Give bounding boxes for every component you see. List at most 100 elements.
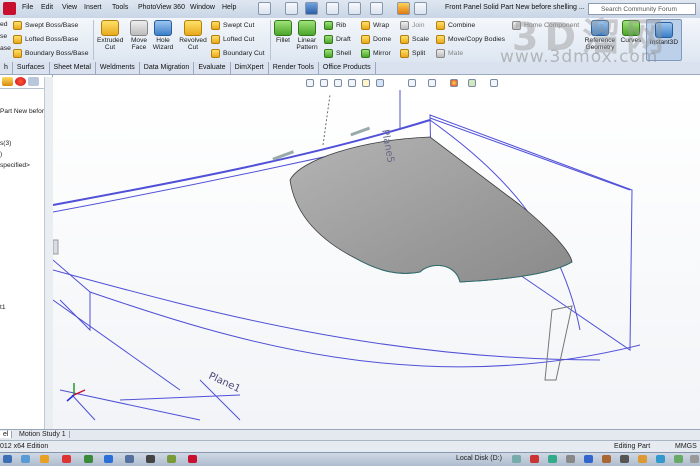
join-button[interactable]: Join [400, 21, 424, 30]
taskbar-app-icon[interactable] [104, 455, 113, 463]
tab-sheet-metal[interactable]: Sheet Metal [50, 62, 96, 74]
status-units[interactable]: MMGS [675, 443, 697, 450]
rib-button[interactable]: Rib [324, 21, 346, 30]
tray-icon[interactable] [638, 455, 647, 463]
tab-features-partial[interactable]: h [0, 62, 13, 74]
property-manager-tab-icon[interactable] [15, 77, 26, 86]
tree-item-surface-bodies[interactable]: ) [0, 151, 2, 158]
solidworks-logo-icon[interactable] [3, 2, 16, 15]
tray-icon[interactable] [602, 455, 611, 463]
dynamic-annotation-icon[interactable] [362, 79, 370, 87]
taskbar-app-icon[interactable] [125, 455, 134, 463]
menu-window[interactable]: Window [190, 4, 215, 11]
rib-label: Rib [336, 22, 347, 29]
tree-item-material[interactable]: specified> [0, 162, 30, 169]
view-settings-icon[interactable] [490, 79, 498, 87]
tray-icon[interactable] [548, 455, 557, 463]
swept-cut-button[interactable]: Swept Cut [211, 21, 254, 30]
scale-button[interactable]: Scale [400, 35, 429, 44]
save-icon[interactable] [305, 2, 318, 15]
shell-button[interactable]: Shell [324, 49, 351, 58]
lofted-cut-button[interactable]: Lofted Cut [211, 35, 254, 44]
taskbar-app-icon[interactable] [62, 455, 71, 463]
tree-scrollbar[interactable] [44, 77, 53, 429]
tree-item-part[interactable]: Part New befor [0, 108, 44, 115]
join-label: Join [412, 22, 425, 29]
revolved-cut-button[interactable]: Revolved Cut [178, 20, 208, 51]
menu-tools[interactable]: Tools [112, 4, 128, 11]
feature-manager-tab-icon[interactable] [2, 77, 13, 86]
taskbar-drive-label[interactable]: Local Disk (D:) [456, 455, 502, 462]
dome-button[interactable]: Dome [361, 35, 391, 44]
split-button[interactable]: Split [400, 49, 425, 58]
taskbar-app-icon[interactable] [84, 455, 93, 463]
start-icon[interactable] [3, 455, 12, 463]
tab-dimxpert[interactable]: DimXpert [231, 62, 269, 74]
tree-item-feature[interactable]: t1 [0, 304, 6, 311]
tab-model[interactable]: el [0, 431, 13, 438]
wrap-button[interactable]: Wrap [361, 21, 389, 30]
menu-help[interactable]: Help [222, 4, 236, 11]
tab-evaluate[interactable]: Evaluate [194, 62, 231, 74]
apply-scene-icon[interactable] [468, 79, 476, 87]
tray-icon[interactable] [656, 455, 665, 463]
menu-view[interactable]: View [62, 4, 77, 11]
file-properties-icon[interactable] [414, 2, 427, 15]
zoom-to-area-icon[interactable] [320, 79, 328, 87]
tray-icon[interactable] [584, 455, 593, 463]
tab-weldments[interactable]: Weldments [96, 62, 140, 74]
tray-icon[interactable] [530, 455, 539, 463]
hide-show-items-icon[interactable] [428, 79, 436, 87]
taskbar-app-icon[interactable] [146, 455, 155, 463]
graphics-viewport[interactable]: Plane5 Plane1 [53, 90, 700, 429]
config-manager-tab-icon[interactable] [28, 77, 39, 86]
boundary-boss-button[interactable]: Boundary Boss/Base [13, 49, 88, 58]
zoom-to-fit-icon[interactable] [306, 79, 314, 87]
print-icon[interactable] [326, 2, 339, 15]
taskbar-app-icon[interactable] [188, 455, 197, 463]
undo-icon[interactable] [348, 2, 361, 15]
swept-boss-button[interactable]: Swept Boss/Base [13, 21, 78, 30]
move-face-button[interactable]: Move Face [126, 20, 152, 51]
move-copy-bodies-button[interactable]: Move/Copy Bodies [436, 35, 505, 44]
menu-file[interactable]: File [22, 4, 33, 11]
open-icon[interactable] [285, 2, 298, 15]
combine-button[interactable]: Combine [436, 21, 475, 30]
rebuild-icon[interactable] [397, 2, 410, 15]
extruded-cut-button[interactable]: Extruded Cut [97, 20, 123, 51]
view-orientation-icon[interactable] [376, 79, 384, 87]
panel-collapse-handle[interactable] [53, 239, 59, 255]
tray-icon[interactable] [690, 455, 699, 463]
tray-icon[interactable] [512, 455, 521, 463]
tab-render-tools[interactable]: Render Tools [269, 62, 319, 74]
select-icon[interactable] [370, 2, 383, 15]
linear-pattern-button[interactable]: Linear Pattern [295, 20, 319, 51]
draft-button[interactable]: Draft [324, 35, 351, 44]
new-document-icon[interactable] [258, 2, 271, 15]
fillet-button[interactable]: Fillet [273, 20, 293, 44]
taskbar-app-icon[interactable] [21, 455, 30, 463]
menu-insert[interactable]: Insert [84, 4, 102, 11]
lofted-boss-button[interactable]: Lofted Boss/Base [13, 35, 78, 44]
tab-surfaces[interactable]: Surfaces [13, 62, 50, 74]
tab-office-products[interactable]: Office Products [319, 62, 376, 74]
tab-data-migration[interactable]: Data Migration [140, 62, 195, 74]
tray-icon[interactable] [674, 455, 683, 463]
menu-photoview[interactable]: PhotoView 360 [138, 4, 185, 11]
tree-item-solid-bodies[interactable]: s(3) [0, 140, 11, 147]
tray-icon[interactable] [566, 455, 575, 463]
mate-button[interactable]: Mate [436, 49, 463, 58]
menu-edit[interactable]: Edit [41, 4, 53, 11]
taskbar-app-icon[interactable] [167, 455, 176, 463]
draft-label: Draft [336, 36, 351, 43]
tray-icon[interactable] [620, 455, 629, 463]
mirror-button[interactable]: Mirror [361, 49, 391, 58]
tab-motion-study[interactable]: Motion Study 1 [16, 431, 70, 438]
section-view-icon[interactable] [348, 79, 356, 87]
hole-wizard-button[interactable]: Hole Wizard [150, 20, 176, 51]
boundary-cut-button[interactable]: Boundary Cut [211, 49, 265, 58]
taskbar-app-icon[interactable] [40, 455, 49, 463]
previous-view-icon[interactable] [334, 79, 342, 87]
edit-appearance-icon[interactable] [450, 79, 458, 87]
display-style-icon[interactable] [408, 79, 416, 87]
